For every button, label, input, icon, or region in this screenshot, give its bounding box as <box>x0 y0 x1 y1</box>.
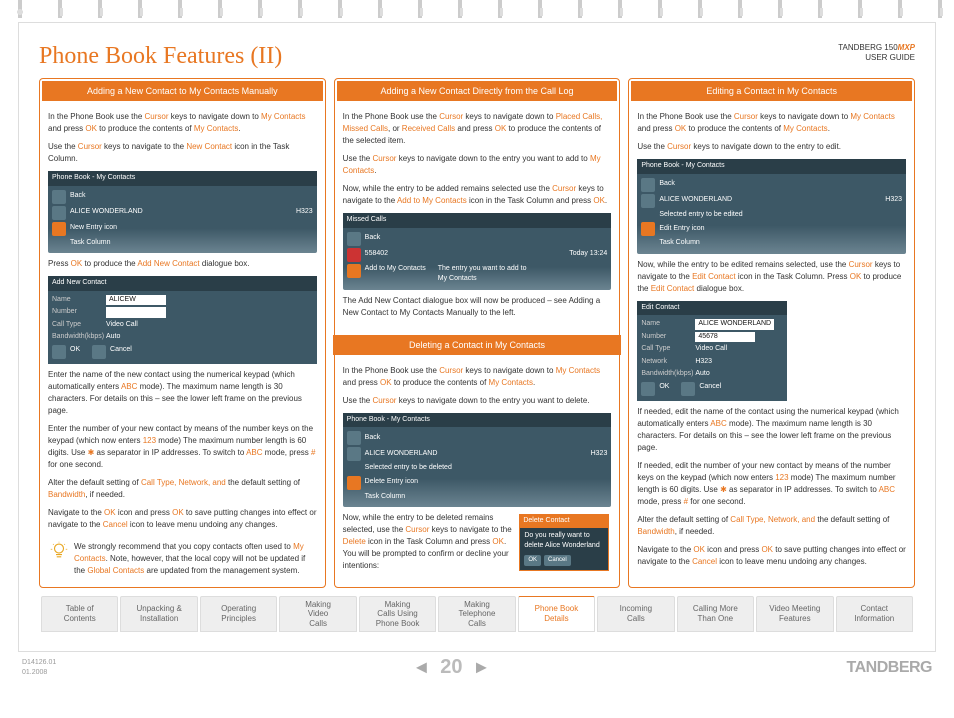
nav-tab[interactable]: Table of Contents <box>41 596 118 633</box>
screenshot-delete: Phone Book - My Contacts Back ALICE WOND… <box>343 413 612 508</box>
text: In the Phone Book use the Cursor keys to… <box>48 111 317 135</box>
column-add-calllog-delete: Adding a New Contact Directly from the C… <box>334 78 621 588</box>
ok-icon <box>52 345 66 359</box>
text: In the Phone Book use the Cursor keys to… <box>343 365 612 389</box>
nav-tab[interactable]: Making Calls Using Phone Book <box>359 596 436 633</box>
nav-tab[interactable]: Unpacking & Installation <box>120 596 197 633</box>
screenshot-missedcalls: Missed Calls Back 558402Today 13:24 Add … <box>343 213 612 290</box>
section-title: Deleting a Contact in My Contacts <box>333 335 622 355</box>
text: In the Phone Book use the Cursor keys to… <box>343 111 612 147</box>
section-title: Adding a New Contact to My Contacts Manu… <box>42 81 323 101</box>
doc-id: D14126.0101.2008 <box>22 658 56 676</box>
annotation: Task Column <box>659 238 699 249</box>
annotation: Add to My Contacts <box>365 264 426 275</box>
text: If needed, edit the number of your new c… <box>637 460 906 508</box>
nav-tab[interactable]: Calling More Than One <box>677 596 754 633</box>
text: Now, while the entry to be added remains… <box>343 183 612 207</box>
text: Press OK to produce the Add New Contact … <box>48 258 317 270</box>
next-arrow-icon[interactable]: ► <box>473 657 491 678</box>
add-contacts-icon <box>347 264 361 278</box>
annotation: Selected entry to be deleted <box>365 463 452 474</box>
back-icon <box>347 232 361 246</box>
prev-arrow-icon[interactable]: ◄ <box>412 657 430 678</box>
text: Alter the default setting of Call Type, … <box>48 477 317 501</box>
nav-tab[interactable]: Video Meeting Features <box>756 596 833 633</box>
ok-icon <box>641 382 655 396</box>
text: Use the Cursor keys to navigate to the N… <box>48 141 317 165</box>
footer: D14126.0101.2008 ◄ 20 ► TANDBERG <box>0 652 954 683</box>
nav-tab[interactable]: Phone Book Details <box>518 596 595 633</box>
bottom-nav: Table of ContentsUnpacking & Installatio… <box>39 596 915 633</box>
nav-tab[interactable]: Operating Principles <box>200 596 277 633</box>
annotation: New Entry icon <box>70 223 117 234</box>
screenshot-phonebook: Phone Book - My Contacts Back ALICE WOND… <box>48 171 317 253</box>
back-icon <box>52 190 66 204</box>
nav-tab[interactable]: Making Video Calls <box>279 596 356 633</box>
text: Navigate to the OK icon and press OK to … <box>48 507 317 531</box>
back-icon <box>347 431 361 445</box>
section-title: Adding a New Contact Directly from the C… <box>337 81 618 101</box>
text: If needed, edit the name of the contact … <box>637 406 906 454</box>
text: The Add New Contact dialogue box will no… <box>343 295 612 319</box>
text: Now, while the entry to be edited remain… <box>637 259 906 295</box>
brand-logo: TANDBERG <box>847 659 932 677</box>
back-icon <box>641 178 655 192</box>
column-edit: Editing a Contact in My Contacts In the … <box>628 78 915 588</box>
annotation: Delete Entry icon <box>365 477 418 488</box>
text: Enter the number of your new contact by … <box>48 423 317 471</box>
annotation: Task Column <box>365 492 405 503</box>
annotation: Selected entry to be edited <box>659 210 742 221</box>
text: In the Phone Book use the Cursor keys to… <box>637 111 906 135</box>
nav-tab[interactable]: Incoming Calls <box>597 596 674 633</box>
cancel-icon <box>681 382 695 396</box>
edit-icon <box>641 222 655 236</box>
missed-icon <box>347 248 361 262</box>
cancel-icon: Cancel <box>544 555 571 566</box>
annotation: Task Column <box>70 238 110 249</box>
ok-icon: OK <box>524 555 541 566</box>
contact-icon <box>52 206 66 220</box>
annotation: Edit Entry icon <box>659 224 704 235</box>
delete-icon <box>347 476 361 490</box>
screenshot-editform: Edit Contact NameALICE WONDERLAND Number… <box>637 301 787 401</box>
screenshot-edit: Phone Book - My Contacts Back ALICE WOND… <box>637 159 906 254</box>
nav-tab[interactable]: Making Telephone Calls <box>438 596 515 633</box>
text: Navigate to the OK icon and press OK to … <box>637 544 906 568</box>
tip-note: We strongly recommend that you copy cont… <box>48 537 317 581</box>
page-content: Phone Book Features (II) TANDBERG 150MXP… <box>18 22 936 652</box>
text: Use the Cursor keys to navigate down to … <box>343 153 612 177</box>
lightbulb-icon <box>50 541 68 559</box>
page-number: 20 <box>440 656 462 679</box>
screenshot-form: Add New Contact NameALICEW Number Call T… <box>48 276 317 364</box>
new-entry-icon <box>52 222 66 236</box>
product-name: TANDBERG 150MXP USER GUIDE <box>838 43 915 64</box>
text: Use the Cursor keys to navigate down to … <box>637 141 906 153</box>
annotation: The entry you want to add to My Contacts <box>438 264 528 285</box>
text: Alter the default setting of Call Type, … <box>637 514 906 538</box>
section-title: Editing a Contact in My Contacts <box>631 81 912 101</box>
contact-icon <box>347 447 361 461</box>
text: Enter the name of the new contact using … <box>48 369 317 417</box>
delete-prompt: Delete Contact Do you really want to del… <box>519 514 609 571</box>
column-add-manually: Adding a New Contact to My Contacts Manu… <box>39 78 326 588</box>
nav-tab[interactable]: Contact Information <box>836 596 913 633</box>
cancel-icon <box>92 345 106 359</box>
text: Use the Cursor keys to navigate down to … <box>343 395 612 407</box>
spiral-binding <box>0 0 954 18</box>
page-title: Phone Book Features (II) <box>39 43 282 70</box>
contact-icon <box>641 194 655 208</box>
